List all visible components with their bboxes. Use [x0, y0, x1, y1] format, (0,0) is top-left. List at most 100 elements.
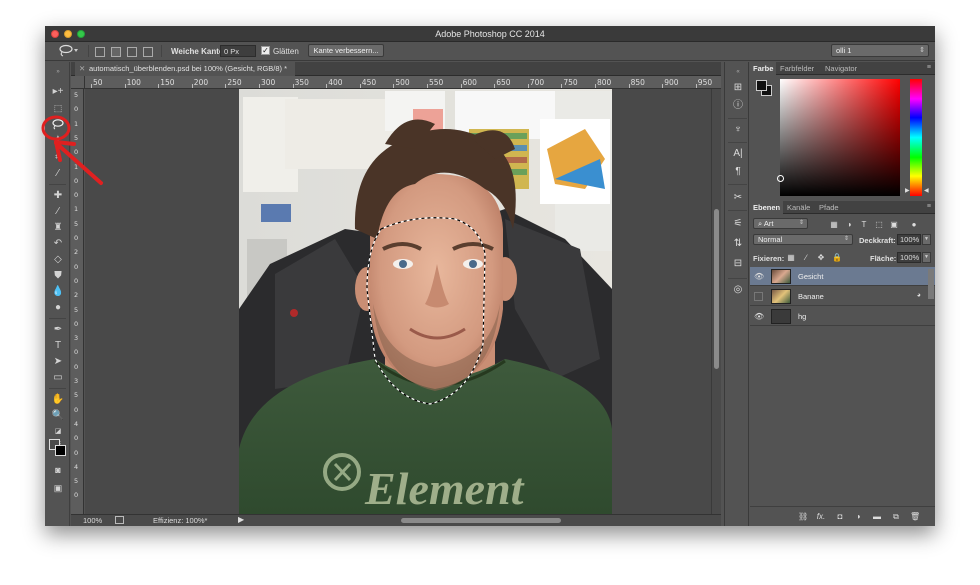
ruler-tick-label: 350: [294, 78, 309, 87]
workspace-select[interactable]: olli 1 ⇕: [831, 44, 929, 57]
tab-color[interactable]: Farbe: [750, 62, 777, 75]
add-to-selection-mode-button[interactable]: [111, 47, 121, 57]
adjustments-panel-icon[interactable]: ⚟: [731, 218, 745, 230]
link-icon[interactable]: ⛓: [798, 512, 808, 522]
filter-smart-object-icon[interactable]: ▣: [890, 221, 898, 229]
layer-row-gesicht[interactable]: 👁 Gesicht: [750, 267, 935, 286]
layer-visibility-toggle[interactable]: [754, 292, 763, 301]
filter-type-icon[interactable]: T: [860, 221, 868, 229]
layers-scroll-thumb[interactable]: [928, 269, 934, 299]
character-panel-icon[interactable]: A|: [731, 148, 745, 160]
layer-visibility-eye-icon[interactable]: 👁: [754, 272, 764, 281]
ruler-tick-label: 950: [697, 78, 713, 87]
blur-tool-icon[interactable]: 💧: [51, 286, 65, 298]
opacity-dropdown-icon[interactable]: ▼: [922, 234, 931, 245]
feather-input[interactable]: [220, 45, 256, 57]
horizontal-scroll-thumb[interactable]: [401, 518, 561, 523]
history-brush-tool-icon[interactable]: ↶: [51, 238, 65, 250]
filter-shape-icon[interactable]: ⬚: [875, 221, 883, 229]
tab-navigator[interactable]: Navigator: [822, 62, 860, 75]
screen-mode-icon[interactable]: ▣: [51, 482, 65, 494]
ruler-origin[interactable]: [71, 76, 85, 89]
filter-adjustment-icon[interactable]: ◑: [845, 221, 853, 229]
new-layer-icon[interactable]: ⧉: [891, 512, 901, 522]
color-picker-ring[interactable]: [777, 175, 784, 182]
lock-position-icon[interactable]: ✥: [817, 254, 825, 262]
tools-presets-icon[interactable]: ✂: [731, 192, 745, 204]
color-panel-menu-icon[interactable]: ≡: [927, 64, 931, 71]
paint-bucket-tool-icon[interactable]: ⛊: [51, 270, 65, 282]
folder-icon[interactable]: ▬: [872, 512, 882, 522]
default-colors-icon[interactable]: ◪ ⇆: [51, 426, 65, 447]
quick-mask-icon[interactable]: ◙: [51, 464, 65, 476]
layer-name[interactable]: hg: [798, 312, 806, 321]
zoom-tool-icon[interactable]: 🔍: [51, 410, 65, 422]
status-menu-arrow-icon[interactable]: ▶: [238, 515, 244, 524]
layer-comps-icon[interactable]: ⇅: [731, 238, 745, 250]
fill-input[interactable]: 100%: [897, 252, 921, 263]
trash-icon[interactable]: 🗑: [910, 512, 920, 522]
type-tool-icon[interactable]: T: [51, 340, 65, 352]
clone-stamp-tool-icon[interactable]: ♜: [51, 222, 65, 234]
layers-panel-menu-icon[interactable]: ≡: [927, 203, 931, 210]
window-title: Adobe Photoshop CC 2014: [435, 29, 545, 39]
adjustment-icon[interactable]: ◑: [853, 512, 863, 522]
lock-all-icon[interactable]: 🔒: [832, 254, 842, 262]
subtract-from-selection-mode-button[interactable]: [127, 47, 137, 57]
dodge-tool-icon[interactable]: ●: [51, 302, 65, 314]
layer-filter-select[interactable]: ⌕ Art ⇕: [753, 218, 808, 229]
paragraph-panel-icon[interactable]: ¶: [731, 166, 745, 178]
eraser-tool-icon[interactable]: ◇: [51, 254, 65, 266]
brush-presets-icon[interactable]: ♆: [731, 124, 745, 136]
refine-edge-button[interactable]: Kante verbessern...: [308, 44, 384, 57]
anti-alias-checkbox[interactable]: ✓: [261, 46, 270, 55]
opacity-input[interactable]: 100%: [897, 234, 921, 245]
lock-pixels-icon[interactable]: ∕: [802, 254, 810, 262]
hand-tool-icon[interactable]: ✋: [51, 394, 65, 406]
fx-icon[interactable]: fx.: [816, 512, 826, 522]
hue-slider[interactable]: [910, 79, 922, 196]
foreground-color-chip[interactable]: [756, 80, 767, 91]
dock-collapse-icon[interactable]: «: [731, 66, 745, 78]
vertical-scroll-thumb[interactable]: [714, 209, 719, 369]
tab-swatches[interactable]: Farbfelder: [777, 62, 817, 75]
fill-dropdown-icon[interactable]: ▼: [922, 252, 931, 263]
blend-mode-select[interactable]: Normal ⇕: [753, 234, 853, 245]
swatches-rings-icon[interactable]: ◎: [731, 284, 745, 296]
brush-tool-icon[interactable]: ∕: [51, 206, 65, 218]
filter-toggle-icon[interactable]: ●: [910, 221, 918, 229]
close-tab-icon[interactable]: ✕: [79, 62, 85, 75]
document-tab[interactable]: ✕ automatisch_überblenden.psd bei 100% (…: [75, 62, 296, 76]
layer-row-hg[interactable]: 👁 hg: [750, 307, 935, 326]
title-bar: Adobe Photoshop CC 2014: [45, 26, 935, 42]
background-color-swatch[interactable]: [55, 445, 66, 456]
rectangle-tool-icon[interactable]: ▭: [51, 372, 65, 384]
ruler-tick-label: 400: [328, 78, 343, 87]
panel-collapse-icon[interactable]: »: [51, 66, 65, 78]
new-selection-mode-button[interactable]: [95, 47, 105, 57]
tab-layers[interactable]: Ebenen: [750, 201, 784, 214]
pen-tool-icon[interactable]: ✒: [51, 324, 65, 336]
vertical-scrollbar[interactable]: [711, 89, 721, 514]
info-panel-icon[interactable]: ⓘ: [731, 100, 745, 112]
intersect-selection-mode-button[interactable]: [143, 47, 153, 57]
layer-name[interactable]: Banane: [798, 292, 824, 301]
tab-paths[interactable]: Pfade: [816, 201, 842, 214]
layer-visibility-eye-icon[interactable]: 👁: [754, 312, 764, 321]
filter-pixel-icon[interactable]: ▦: [830, 221, 838, 229]
zoom-level-field[interactable]: 100%: [83, 516, 102, 525]
move-tool-icon[interactable]: ▸+: [51, 86, 65, 98]
tool-preset-picker[interactable]: [57, 44, 79, 57]
horizontal-ruler[interactable]: 50 100 150 200 250 300 350 400 450 500 550 600 650 70…: [85, 76, 721, 89]
color-spectrum-field[interactable]: [780, 79, 900, 196]
path-selection-tool-icon[interactable]: ➤: [51, 356, 65, 368]
document-canvas[interactable]: Element: [85, 89, 711, 514]
properties-panel-icon[interactable]: ⊟: [731, 258, 745, 270]
lock-transparency-icon[interactable]: ▦: [787, 254, 795, 262]
share-icon[interactable]: [115, 516, 124, 524]
layer-name[interactable]: Gesicht: [798, 272, 823, 281]
mask-icon[interactable]: ◘: [835, 512, 845, 522]
history-panel-icon[interactable]: ⊞: [731, 82, 745, 94]
layer-row-banane[interactable]: Banane ◕: [750, 287, 935, 306]
tab-channels[interactable]: Kanäle: [784, 201, 813, 214]
